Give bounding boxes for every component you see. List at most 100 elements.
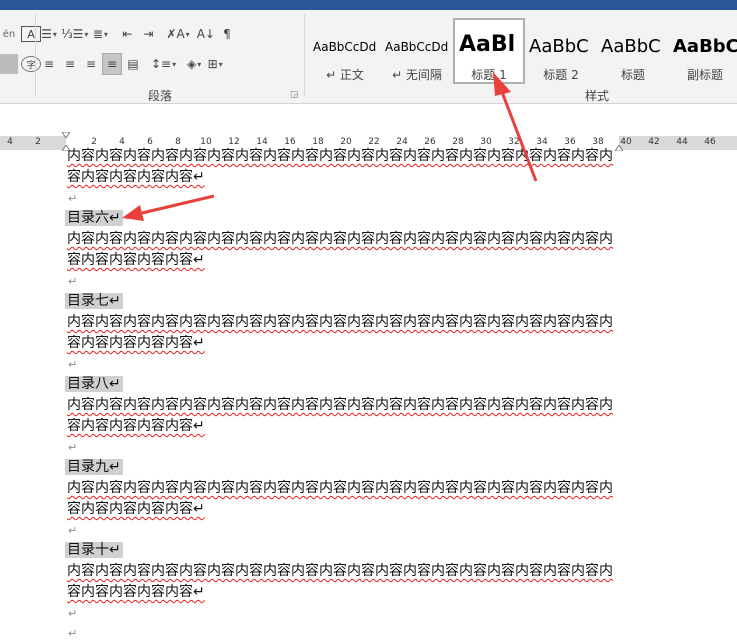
heading-line[interactable]: 目录七↵ bbox=[65, 291, 123, 311]
style-name: 标题 1 bbox=[471, 68, 507, 82]
multilevel-list-icon[interactable]: ≣ ▾ bbox=[91, 24, 109, 44]
body-text-line[interactable]: 容内容内容内容内容↵ bbox=[67, 416, 205, 436]
body-text-line[interactable]: 内容内容内容内容内容内容内容内容内容内容内容内容内容内容内容内容内容内容内容内 bbox=[67, 146, 613, 166]
styles-group-label: 样式 bbox=[585, 89, 610, 103]
align-center-icon[interactable]: ≡ bbox=[61, 54, 79, 74]
body-text: 容内容内容内容内容↵ bbox=[67, 418, 205, 434]
heading-text: 目录六↵ bbox=[65, 210, 123, 226]
body-text: 容内容内容内容内容↵ bbox=[67, 584, 205, 600]
title-bar bbox=[0, 0, 737, 10]
empty-paragraph[interactable]: ↵ bbox=[67, 623, 77, 643]
chinese-layout-icon[interactable]: ✗A ▾ bbox=[166, 24, 189, 44]
ruler-tick: 40 bbox=[620, 137, 632, 147]
font-group-partial-row1: ën A bbox=[0, 24, 44, 44]
body-text: 容内容内容内容内容↵ bbox=[67, 335, 205, 351]
body-text: 内容内容内容内容内容内容内容内容内容内容内容内容内容内容内容内容内容内容内容内 bbox=[67, 314, 613, 330]
heading-line[interactable]: 目录十↵ bbox=[65, 540, 123, 560]
sort-icon[interactable]: A↓ bbox=[197, 24, 215, 44]
distributed-icon[interactable]: ▤ bbox=[124, 54, 142, 74]
heading-text: 目录十↵ bbox=[65, 542, 123, 558]
paragraph-group-label: 段落 bbox=[148, 89, 173, 103]
enclose-character-icon[interactable]: 字 bbox=[21, 56, 41, 72]
body-text-line[interactable]: 内容内容内容内容内容内容内容内容内容内容内容内容内容内容内容内容内容内容内容内 bbox=[67, 395, 613, 415]
heading-line[interactable]: 目录八↵ bbox=[65, 374, 123, 394]
paragraph-mark: ↵ bbox=[68, 441, 78, 454]
body-text-line[interactable]: 内容内容内容内容内容内容内容内容内容内容内容内容内容内容内容内容内容内容内容内 bbox=[67, 312, 613, 332]
line-spacing-icon[interactable]: ↕≡ ▾ bbox=[151, 54, 176, 74]
style-sample: AaBl bbox=[459, 32, 516, 57]
style-name: ↵ 正文 bbox=[326, 68, 364, 82]
style-sample: AaBbC bbox=[529, 36, 589, 57]
heading-text: 目录八↵ bbox=[65, 376, 123, 392]
style-name: 标题 bbox=[620, 68, 645, 82]
borders-icon[interactable]: ⊞ ▾ bbox=[206, 54, 224, 74]
body-text: 容内容内容内容内容↵ bbox=[67, 169, 205, 185]
style-name: 标题 2 bbox=[543, 68, 579, 82]
body-text: 内容内容内容内容内容内容内容内容内容内容内容内容内容内容内容内容内容内容内容内 bbox=[67, 397, 613, 413]
paragraph-launcher-icon[interactable]: ◲ bbox=[290, 90, 299, 100]
style-no-spacing[interactable]: AaBbCcDd ↵ 无间隔 bbox=[381, 18, 453, 84]
paragraph-mark: ↵ bbox=[68, 358, 78, 371]
style-sample: AaBbC bbox=[673, 36, 737, 57]
paragraph-mark: ↵ bbox=[68, 607, 78, 620]
empty-paragraph[interactable]: ↵ bbox=[67, 603, 77, 623]
numbering-list-icon[interactable]: ⅓☰ ▾ bbox=[61, 24, 88, 44]
style-subtitle[interactable]: AaBbC 副标题 bbox=[669, 18, 737, 84]
empty-paragraph[interactable]: ↵ bbox=[67, 271, 77, 291]
decrease-indent-icon[interactable]: ⇤ bbox=[118, 24, 136, 44]
body-text: 容内容内容内容内容↵ bbox=[67, 252, 205, 268]
ruler-tick: 42 bbox=[648, 137, 660, 147]
style-sample: AaBbCcDd bbox=[385, 40, 449, 54]
ruler-tick: 4 bbox=[7, 137, 13, 147]
body-text-line[interactable]: 容内容内容内容内容↵ bbox=[67, 499, 205, 519]
character-border-icon[interactable]: A bbox=[21, 26, 41, 42]
body-text: 内容内容内容内容内容内容内容内容内容内容内容内容内容内容内容内容内容内容内容内 bbox=[67, 148, 613, 164]
body-text-line[interactable]: 容内容内容内容内容↵ bbox=[67, 333, 205, 353]
style-normal[interactable]: AaBbCcDd ↵ 正文 bbox=[309, 18, 381, 84]
empty-paragraph[interactable]: ↵ bbox=[67, 354, 77, 374]
body-text-line[interactable]: 容内容内容内容内容↵ bbox=[67, 582, 205, 602]
paragraph-mark: ↵ bbox=[68, 192, 78, 205]
justify-icon[interactable]: ≡ bbox=[102, 53, 122, 75]
empty-paragraph[interactable]: ↵ bbox=[67, 437, 77, 457]
paragraph-mark: ↵ bbox=[68, 627, 78, 640]
show-marks-icon[interactable]: ¶ bbox=[218, 24, 236, 44]
paragraph-mark: ↵ bbox=[68, 524, 78, 537]
empty-paragraph[interactable]: ↵ bbox=[67, 188, 77, 208]
body-text-line[interactable]: 内容内容内容内容内容内容内容内容内容内容内容内容内容内容内容内容内容内容内容内 bbox=[67, 229, 613, 249]
bullets-list-icon[interactable]: ☰ ▾ bbox=[40, 24, 58, 44]
ruler-tick: 44 bbox=[676, 137, 688, 147]
body-text: 内容内容内容内容内容内容内容内容内容内容内容内容内容内容内容内容内容内容内容内 bbox=[67, 563, 613, 579]
arrow-to-heading-six-icon bbox=[122, 194, 215, 221]
paragraph-row-1: ☰ ▾ ⅓☰ ▾ ≣ ▾ ⇤ ⇥ ✗A ▾ A↓ ¶ bbox=[40, 24, 239, 44]
group-separator bbox=[304, 14, 305, 96]
empty-paragraph[interactable]: ↵ bbox=[67, 520, 77, 540]
ruler-tick: 2 bbox=[35, 137, 41, 147]
body-text-line[interactable]: 内容内容内容内容内容内容内容内容内容内容内容内容内容内容内容内容内容内容内容内 bbox=[67, 478, 613, 498]
styles-gallery: AaBbCcDd ↵ 正文 AaBbCcDd ↵ 无间隔 AaBl 标题 1 A… bbox=[309, 18, 737, 84]
align-left-icon[interactable]: ≡ bbox=[40, 54, 58, 74]
char-shading-icon[interactable] bbox=[0, 54, 18, 74]
style-title[interactable]: AaBbC 标题 bbox=[597, 18, 669, 84]
ruler-tick: 46 bbox=[704, 137, 716, 147]
paragraph-row-2: ≡ ≡ ≡ ≡ ▤ ↕≡ ▾ ◈ ▾ ⊞ ▾ bbox=[40, 53, 227, 75]
style-sample: AaBbC bbox=[601, 36, 661, 57]
body-text: 容内容内容内容内容↵ bbox=[67, 501, 205, 517]
align-right-icon[interactable]: ≡ bbox=[82, 54, 100, 74]
body-text-line[interactable]: 内容内容内容内容内容内容内容内容内容内容内容内容内容内容内容内容内容内容内容内 bbox=[67, 561, 613, 581]
font-size-toggle-icon[interactable]: ën bbox=[0, 24, 18, 44]
body-text: 内容内容内容内容内容内容内容内容内容内容内容内容内容内容内容内容内容内容内容内 bbox=[67, 231, 613, 247]
style-heading-2[interactable]: AaBbC 标题 2 bbox=[525, 18, 597, 84]
body-text-line[interactable]: 容内容内容内容内容↵ bbox=[67, 250, 205, 270]
style-heading-1[interactable]: AaBl 标题 1 bbox=[453, 18, 525, 84]
increase-indent-icon[interactable]: ⇥ bbox=[139, 24, 157, 44]
body-text-line[interactable]: 容内容内容内容内容↵ bbox=[67, 167, 205, 187]
group-separator bbox=[35, 14, 36, 96]
ribbon-home: ën A 字 ☰ ▾ ⅓☰ ▾ ≣ ▾ ⇤ ⇥ ✗A ▾ A↓ ¶ ≡ ≡ ≡ ≡ ▤ … bbox=[0, 10, 737, 104]
heading-text: 目录七↵ bbox=[65, 293, 123, 309]
first-line-indent-marker[interactable] bbox=[62, 132, 70, 138]
shading-icon[interactable]: ◈ ▾ bbox=[185, 54, 203, 74]
heading-line[interactable]: 目录九↵ bbox=[65, 457, 123, 477]
heading-line[interactable]: 目录六↵ bbox=[65, 208, 123, 228]
style-name: ↵ 无间隔 bbox=[392, 68, 442, 82]
